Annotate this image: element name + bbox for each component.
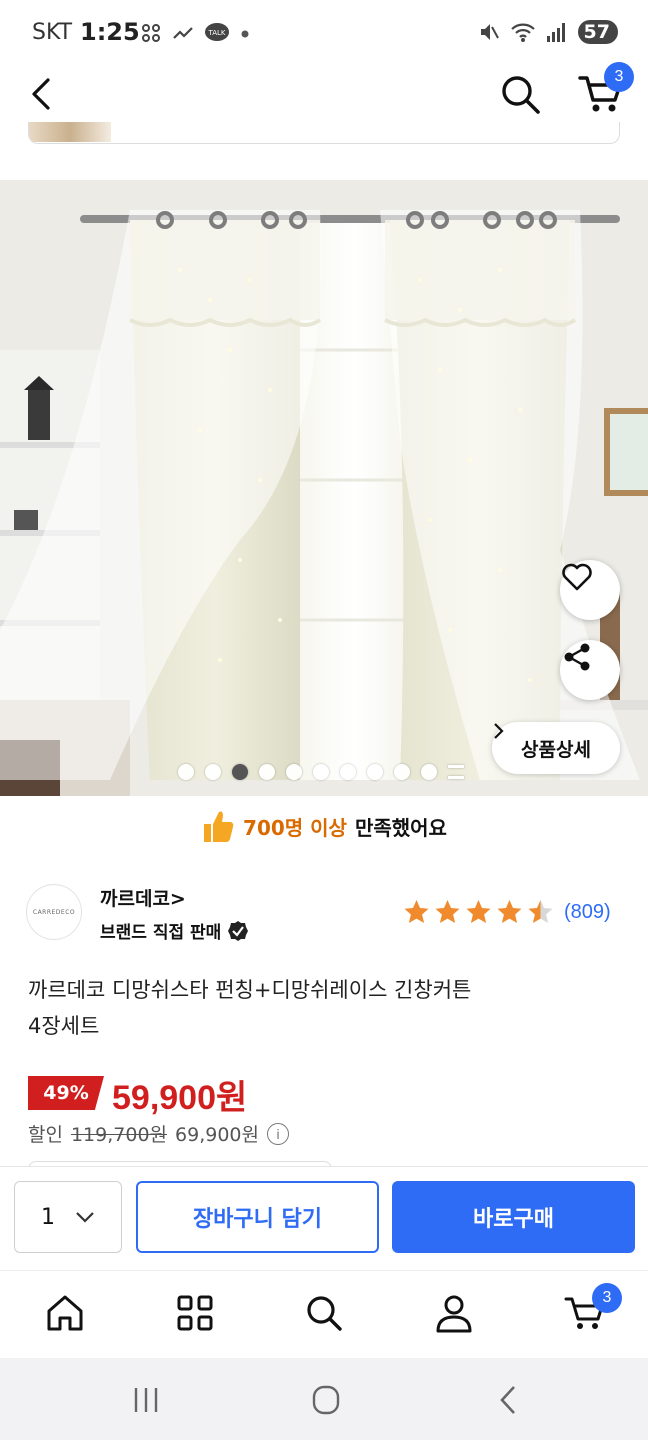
brand-logo[interactable]: CARREDECO <box>26 884 82 940</box>
price-breakdown: 할인 119,700원 69,900원 i <box>28 1120 289 1147</box>
thumbnail-strip[interactable] <box>28 122 620 144</box>
review-count: (809) <box>564 900 611 923</box>
my-page-icon[interactable] <box>432 1291 476 1335</box>
product-detail-button[interactable]: 상품상세 <box>492 722 620 774</box>
gallery-dot[interactable] <box>259 764 275 780</box>
nav-search-icon[interactable] <box>302 1291 346 1335</box>
brand-logo-text: CARREDECO <box>32 908 76 916</box>
carrier-label: SKT <box>32 20 73 45</box>
brand-direct-label: 브랜드 직접 판매 <box>100 923 222 943</box>
bottom-navigation: 3 <box>0 1270 648 1358</box>
brand-direct-badge: 브랜드 직접 판매 <box>100 918 249 943</box>
system-status-icons: 57 <box>478 20 618 44</box>
recent-apps-icon[interactable] <box>124 1378 168 1422</box>
share-button[interactable] <box>560 640 620 700</box>
home-button-icon[interactable] <box>304 1378 348 1422</box>
svg-text:TALK: TALK <box>207 29 225 37</box>
back-arrow-icon[interactable] <box>20 72 64 116</box>
original-price: 119,700원 <box>70 1124 168 1146</box>
wishlist-button[interactable] <box>560 560 620 620</box>
dot-icon <box>241 30 249 38</box>
system-navigation-bar <box>0 1358 648 1440</box>
sale-label: 할인 <box>28 1124 63 1146</box>
gallery-dot[interactable] <box>367 764 383 780</box>
satisfaction-banner: 700명 이상 만족했어요 <box>0 804 648 848</box>
verified-check-icon <box>228 920 249 941</box>
thumbs-up-icon <box>204 811 234 842</box>
rating-summary[interactable]: (809) <box>402 898 611 926</box>
share-icon <box>564 643 590 671</box>
gallery-dot[interactable] <box>394 764 410 780</box>
gallery-dot[interactable] <box>313 764 329 780</box>
battery-indicator: 57 <box>577 20 618 44</box>
notification-icons: TALK <box>140 22 250 44</box>
sale-price: 59,900원 <box>112 1079 248 1117</box>
quantity-value: 1 <box>41 1204 55 1230</box>
chevron-down-icon <box>76 1212 94 1223</box>
header-cart-button[interactable]: 3 <box>576 62 634 120</box>
product-title-line-2: 4장세트 <box>28 1014 100 1038</box>
home-icon[interactable] <box>43 1291 87 1335</box>
brand-name-link[interactable]: 까르데코> <box>100 884 186 911</box>
category-icon[interactable] <box>173 1291 217 1335</box>
gallery-dot[interactable] <box>178 764 194 780</box>
product-title: 까르데코 디망쉬스타 펀칭+디망쉬레이스 긴창커튼 4장세트 <box>28 972 608 1044</box>
talk-icon: TALK <box>205 23 229 41</box>
discount-badge: 49% <box>28 1076 104 1110</box>
buy-now-button[interactable]: 바로구매 <box>392 1181 635 1253</box>
nav-cart-badge: 3 <box>592 1283 622 1313</box>
star-icon <box>528 900 553 923</box>
satisfaction-count: 700명 이상 <box>243 815 347 840</box>
star-icon <box>466 900 491 923</box>
star-icon <box>497 900 522 923</box>
gallery-dot[interactable] <box>205 764 221 780</box>
gallery-dot[interactable] <box>421 764 437 780</box>
star-icon <box>404 900 429 923</box>
heart-icon <box>562 563 592 591</box>
curtain-illustration <box>0 180 648 796</box>
product-image[interactable]: 상품상세 <box>0 180 648 796</box>
nav-cart-button[interactable]: 3 <box>562 1283 622 1335</box>
gallery-dot[interactable] <box>340 764 356 780</box>
quantity-select[interactable]: 1 <box>14 1181 122 1253</box>
clock: 1:25 <box>80 18 140 46</box>
trend-icon <box>173 27 193 39</box>
gallery-pagination[interactable] <box>178 764 464 780</box>
intermediate-price: 69,900원 <box>175 1124 259 1146</box>
star-rating <box>402 898 555 926</box>
wifi-icon <box>510 23 535 42</box>
product-title-line-1: 까르데코 디망쉬스타 펀칭+디망쉬레이스 긴창커튼 <box>28 978 472 1002</box>
product-detail-label: 상품상세 <box>521 738 591 761</box>
status-bar: SKT 1:25 TALK 57 <box>0 0 648 66</box>
gallery-dot[interactable] <box>286 764 302 780</box>
add-to-cart-button[interactable]: 장바구니 담기 <box>136 1181 379 1253</box>
info-icon[interactable]: i <box>267 1122 289 1145</box>
satisfaction-text: 만족했어요 <box>354 815 447 840</box>
search-icon[interactable] <box>496 70 544 118</box>
signal-icon <box>546 23 565 42</box>
gallery-dot[interactable] <box>232 764 248 780</box>
grid-app-icon <box>142 24 160 42</box>
mute-icon <box>480 24 499 40</box>
gallery-more-icon[interactable] <box>448 765 464 779</box>
purchase-action-bar: 1 장바구니 담기 바로구매 <box>0 1166 648 1270</box>
back-nav-icon[interactable] <box>486 1378 530 1422</box>
cart-count-badge: 3 <box>604 62 634 92</box>
app-header: 3 <box>0 62 648 122</box>
chevron-right-icon <box>494 723 504 739</box>
star-icon <box>435 900 460 923</box>
